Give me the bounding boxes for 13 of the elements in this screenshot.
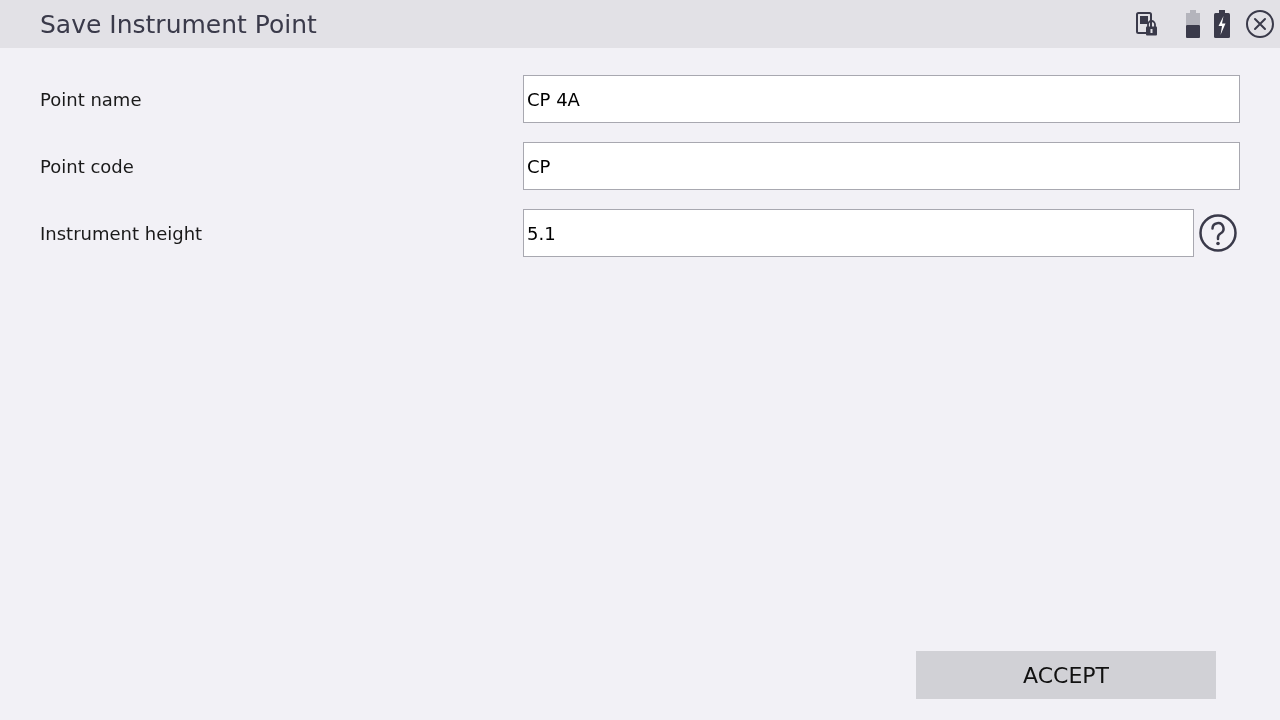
input-field[interactable]: 5.1	[523, 209, 1194, 257]
device-lock-icon[interactable]	[1136, 12, 1158, 36]
input-field[interactable]: CP	[523, 142, 1240, 190]
field-label: Point name	[40, 88, 143, 110]
field-label: Point code	[40, 155, 135, 177]
window-title: Save Instrument Point	[40, 9, 317, 39]
battery-charging-icon	[1214, 10, 1230, 38]
battery-icon	[1186, 10, 1200, 38]
field-label: Instrument height	[40, 222, 204, 244]
help-icon[interactable]	[1199, 214, 1237, 252]
close-icon[interactable]	[1246, 10, 1274, 38]
input-field[interactable]: CP 4A	[523, 75, 1240, 123]
accept-button[interactable]: ACCEPT	[916, 651, 1216, 699]
